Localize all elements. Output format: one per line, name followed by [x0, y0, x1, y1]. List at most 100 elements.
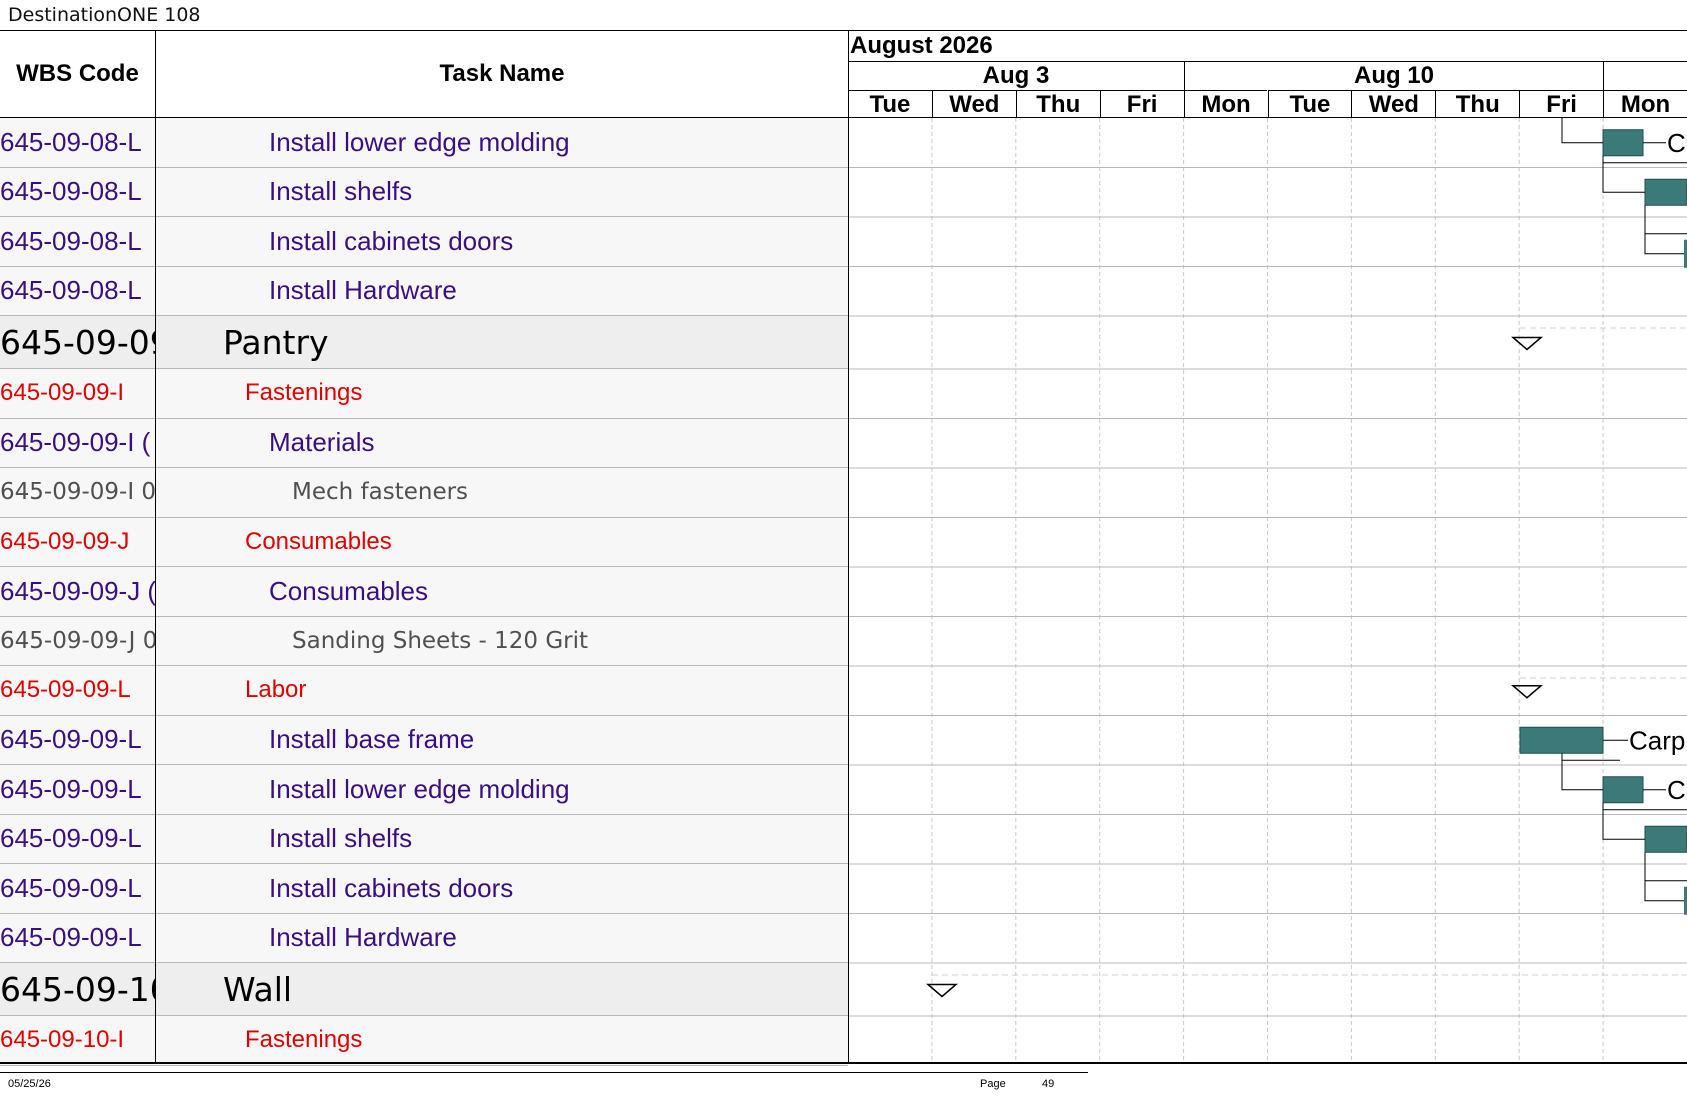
- timeline-day: Fri: [1519, 90, 1604, 118]
- task-bar: [1519, 726, 1604, 754]
- timeline-month: August 2026: [850, 31, 993, 59]
- dependency-link: [1644, 852, 1687, 882]
- summary-row[interactable]: 645-09-10 Wall: [0, 963, 848, 1016]
- task-name-cell: Install lower edge molding: [269, 126, 570, 157]
- task-name-cell: Consumables: [269, 575, 428, 606]
- page-label: Page: [980, 1078, 1006, 1090]
- table-row[interactable]: 645-09-09-I 01 Mech fasteners: [0, 468, 848, 518]
- gantt-chart-area: C Carp C: [848, 116, 1687, 1066]
- task-name-cell: Install Hardware: [269, 275, 457, 306]
- wbs-code-cell: 645-09-09-L: [0, 872, 142, 903]
- task-bar: [1644, 825, 1687, 853]
- wbs-code-cell: 645-09-09-I (: [0, 427, 151, 458]
- dependency-link: [1561, 116, 1603, 144]
- timeline-header: August 2026 Aug 3 Aug 10 Tue Wed Thu Fri Mon…: [848, 30, 1687, 118]
- table-row[interactable]: 645-09-09-L Install cabinets doors: [0, 864, 848, 914]
- dependency-link: [1644, 233, 1684, 255]
- wbs-code-cell: 645-09-09-J (: [0, 575, 155, 606]
- table-row[interactable]: 645-09-10-I Fastenings: [0, 1016, 848, 1066]
- table-row[interactable]: 645-09-09-I Fastenings: [0, 369, 848, 419]
- resource-label: C: [1667, 775, 1686, 805]
- timeline-day: Mon: [1183, 90, 1268, 118]
- summary-row[interactable]: 645-09-09 Pantry: [0, 316, 848, 369]
- wbs-column-header[interactable]: WBS Code: [0, 31, 155, 117]
- wbs-code-cell: 645-09-09-L: [0, 676, 131, 704]
- resource-label: Carp: [1629, 725, 1685, 755]
- timeline-day: Tue: [848, 90, 932, 118]
- task-bar: [1602, 129, 1644, 157]
- wbs-code-cell: 645-09-08-L: [0, 225, 142, 256]
- wbs-code-cell: 645-09-08-L: [0, 275, 142, 306]
- task-name-cell: Labor: [245, 676, 307, 704]
- table-row[interactable]: 645-09-09-L Install lower edge molding: [0, 765, 848, 815]
- task-name-cell: Install cabinets doors: [269, 225, 514, 256]
- wbs-code-cell: 645-09-08-L: [0, 176, 142, 207]
- chart-divider: [848, 30, 849, 1063]
- summary-milestone-marker: [1510, 685, 1544, 699]
- table-row[interactable]: 645-09-08-L Install shelfs: [0, 167, 848, 217]
- task-name-cell: Fastenings: [245, 379, 363, 407]
- dependency-link: [1602, 155, 1645, 193]
- task-bar: [1644, 178, 1687, 206]
- task-name-cell: Sanding Sheets - 120 Grit: [292, 627, 589, 654]
- table-header: WBS Code Task Name: [0, 30, 848, 118]
- wbs-code-cell: 645-09-09-I: [0, 379, 125, 407]
- table-row[interactable]: 645-09-09-J ( Consumables: [0, 567, 848, 617]
- table-row[interactable]: 645-09-08-L Install cabinets doors: [0, 217, 848, 267]
- wbs-code-cell: 645-09-08-L: [0, 126, 142, 157]
- task-name-cell: Wall: [223, 969, 293, 1009]
- resource-label: C: [1667, 128, 1686, 158]
- table-row[interactable]: 645-09-09-J 01 Sanding Sheets - 120 Grit: [0, 616, 848, 666]
- timeline-day: Thu: [1015, 90, 1100, 118]
- table-row[interactable]: 645-09-09-L Labor: [0, 666, 848, 716]
- timeline-week: Aug 10: [1184, 61, 1603, 90]
- document-title: DestinationONE 108: [8, 4, 201, 26]
- timeline-day: Wed: [1351, 90, 1436, 118]
- task-name-cell: Mech fasteners: [292, 479, 469, 506]
- timeline-day: Tue: [1267, 90, 1352, 118]
- wbs-code-cell: 645-09-10-I: [0, 1026, 125, 1054]
- wbs-code-cell: 645-09-09-I 01: [0, 479, 155, 506]
- task-name-cell: Install shelfs: [269, 823, 413, 854]
- gantt-chart: C Carp C: [848, 116, 1687, 1066]
- task-name-cell: Pantry: [223, 322, 329, 362]
- page-number: 49: [1042, 1078, 1055, 1090]
- wbs-code-cell: 645-09-09-L: [0, 823, 142, 854]
- task-name-cell: Install cabinets doors: [269, 872, 514, 903]
- dependency-link: [1644, 880, 1684, 902]
- dependency-link: [1644, 205, 1687, 235]
- timeline-week: Aug 3: [848, 61, 1184, 90]
- task-name-cell: Install lower edge molding: [269, 773, 570, 804]
- task-name-cell: Install base frame: [269, 724, 475, 755]
- gantt-sheet: WBS Code Task Name August 2026 Aug 3 Aug…: [0, 30, 1687, 1066]
- table-row[interactable]: 645-09-09-J Consumables: [0, 517, 848, 567]
- task-name-cell: Materials: [269, 427, 375, 458]
- table-row[interactable]: 645-09-08-L Install Hardware: [0, 266, 848, 316]
- wbs-code-cell: 645-09-09-L: [0, 724, 142, 755]
- wbs-code-cell: 645-09-09-J: [0, 527, 130, 555]
- task-name-cell: Install shelfs: [269, 176, 413, 207]
- wbs-code-cell: 645-09-09-L: [0, 922, 142, 953]
- table-row[interactable]: 645-09-09-L Install base frame: [0, 715, 848, 765]
- timeline-day: Thu: [1435, 90, 1520, 118]
- timeline-day: Fri: [1099, 90, 1184, 118]
- wbs-code-cell: 645-09-09-J 01: [0, 627, 155, 654]
- timeline-week-partial: [1603, 61, 1687, 90]
- task-name-column-header[interactable]: Task Name: [157, 31, 847, 117]
- dependency-link: [1561, 753, 1603, 791]
- table-row[interactable]: 645-09-09-L Install shelfs: [0, 814, 848, 864]
- wbs-code-cell: 645-09-09: [0, 322, 155, 362]
- task-name-cell: Install Hardware: [269, 922, 457, 953]
- task-name-cell: Fastenings: [245, 1026, 363, 1054]
- table-row[interactable]: 645-09-09-I ( Materials: [0, 418, 848, 468]
- table-row[interactable]: 645-09-09-L Install Hardware: [0, 913, 848, 963]
- column-divider: [155, 30, 156, 1063]
- bottom-border: [0, 1062, 1687, 1064]
- task-bar: [1602, 776, 1644, 804]
- summary-milestone-marker: [1510, 336, 1544, 351]
- timeline-day: Wed: [931, 90, 1016, 118]
- wbs-code-cell: 645-09-10: [0, 969, 155, 1009]
- dependency-link: [1602, 802, 1645, 840]
- timeline-day: Mon: [1603, 90, 1687, 118]
- table-row[interactable]: 645-09-08-L Install lower edge molding: [0, 118, 848, 168]
